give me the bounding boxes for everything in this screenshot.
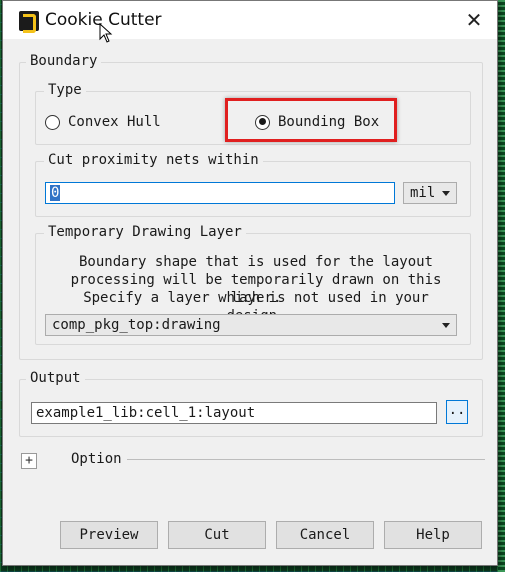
radio-convex-hull-label: Convex Hull <box>68 114 161 130</box>
cut-button[interactable]: Cut <box>168 521 266 549</box>
help-button[interactable]: Help <box>384 521 482 549</box>
temp-layer-desc-line-1: Boundary shape that is used for the layo… <box>78 254 433 270</box>
highlight-box <box>225 98 397 142</box>
browse-button[interactable]: .. <box>446 400 468 424</box>
close-button[interactable]: ✕ <box>463 9 485 31</box>
output-legend: Output <box>26 370 85 386</box>
proximity-input[interactable]: 0 <box>45 182 395 204</box>
radio-convex-hull-circle[interactable] <box>45 114 60 130</box>
proximity-legend: Cut proximity nets within <box>44 152 263 168</box>
app-icon <box>19 11 39 33</box>
boundary-legend: Boundary <box>26 53 102 69</box>
title-bar: Cookie Cutter ✕ <box>3 1 497 39</box>
layer-select-value: comp_pkg_top:drawing <box>52 317 221 333</box>
option-label: Option <box>71 451 122 467</box>
cookie-cutter-dialog: Cookie Cutter ✕ Boundary Type Convex Hul… <box>2 0 498 566</box>
chevron-down-icon <box>442 323 450 328</box>
output-input[interactable]: example1_lib:cell_1:layout <box>31 402 437 424</box>
background-layout-edge <box>498 0 505 572</box>
mouse-cursor-icon <box>99 23 113 43</box>
type-legend: Type <box>44 82 86 98</box>
cancel-button[interactable]: Cancel <box>276 521 374 549</box>
chevron-down-icon <box>442 191 450 196</box>
proximity-value: 0 <box>50 185 61 201</box>
option-expand-button[interactable]: + <box>21 453 37 469</box>
radio-convex-hull[interactable]: Convex Hull <box>45 114 161 130</box>
unit-select[interactable]: mil <box>403 182 457 204</box>
unit-select-value: mil <box>410 185 436 201</box>
layer-select[interactable]: comp_pkg_top:drawing <box>45 314 457 336</box>
option-divider <box>127 459 485 460</box>
output-value: example1_lib:cell_1:layout <box>36 405 256 421</box>
temp-layer-legend: Temporary Drawing Layer <box>44 224 246 240</box>
preview-button[interactable]: Preview <box>60 521 158 549</box>
